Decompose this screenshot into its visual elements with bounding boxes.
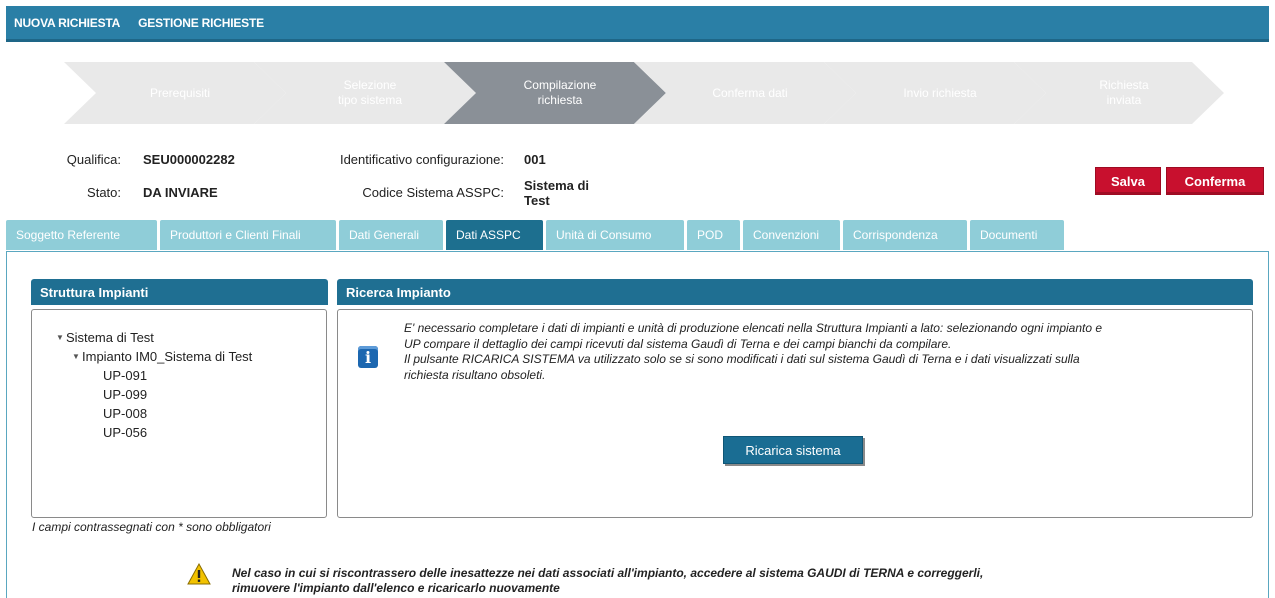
tab-documenti[interactable]: Documenti — [970, 220, 1064, 250]
tab-convenzioni[interactable]: Convenzioni — [743, 220, 840, 250]
id-config-label: Identificativo configurazione: — [339, 152, 504, 167]
step-label: Prerequisiti — [149, 85, 211, 100]
tree-node-label: Impianto IM0_Sistema di Test — [82, 349, 253, 364]
tree-node-up[interactable]: UP-099 — [56, 385, 252, 404]
tab-pod[interactable]: POD — [687, 220, 740, 250]
info-text-line: E' necessario completare i dati di impia… — [404, 321, 1103, 335]
ricerca-impianto-header: Ricerca Impianto — [337, 279, 1253, 305]
expand-caret-icon[interactable]: ▼ — [72, 347, 82, 366]
progress-steps: Prerequisiti Selezione tipo sistema Comp… — [64, 62, 1224, 124]
request-info: Qualifica: SEU000002282 Stato: DA INVIAR… — [0, 148, 1275, 212]
struttura-impianti-header: Struttura Impianti — [31, 279, 328, 305]
step-conferma-dati: Conferma dati — [634, 62, 856, 124]
codice-label: Codice Sistema ASSPC: — [362, 185, 504, 200]
info-text-line: richiesta risultano obsoleti. — [404, 367, 546, 382]
tab-produttori-clienti-finali[interactable]: Produttori e Clienti Finali — [160, 220, 336, 250]
step-richiesta-inviata: Richiesta inviata — [1014, 62, 1224, 124]
info-text-line: UP compare il dettaglio dei campi ricevu… — [404, 336, 952, 351]
step-label: Richiesta inviata — [1099, 78, 1149, 107]
qualifica-label: Qualifica: — [66, 152, 121, 167]
info-icon: i — [358, 346, 378, 368]
expand-caret-icon[interactable]: ▼ — [56, 328, 66, 347]
tree-node-sistema[interactable]: ▼ Sistema di Test — [56, 328, 252, 347]
tree-node-up[interactable]: UP-008 — [56, 404, 252, 423]
id-config-value: 001 — [524, 152, 546, 167]
ricarica-sistema-button[interactable]: Ricarica sistema — [723, 436, 863, 464]
step-label: Compilazione richiesta — [523, 78, 597, 107]
nav-nuova-richiesta[interactable]: NUOVA RICHIESTA — [14, 16, 120, 30]
conferma-button[interactable]: Conferma — [1166, 167, 1264, 195]
stato-value: DA INVIARE — [143, 185, 218, 200]
tab-bar: Soggetto Referente Produttori e Clienti … — [6, 220, 1067, 250]
tab-corrispondenza[interactable]: Corrispondenza — [843, 220, 967, 250]
step-label: Invio richiesta — [903, 85, 977, 100]
plant-tree: ▼ Sistema di Test ▼ Impianto IM0_Sistema… — [56, 328, 252, 442]
tree-node-up[interactable]: UP-056 — [56, 423, 252, 442]
tab-unita-di-consumo[interactable]: Unità di Consumo — [546, 220, 684, 250]
stato-label: Stato: — [87, 185, 121, 200]
warning-message: Nel caso in cui si riscontrassero delle … — [232, 566, 1132, 596]
required-fields-note: I campi contrassegnati con * sono obblig… — [32, 520, 271, 534]
nav-gestione-richieste[interactable]: GESTIONE RICHIESTE — [138, 16, 264, 30]
warning-line: rimuovere l'impianto dall'elenco e ricar… — [232, 581, 560, 595]
salva-button[interactable]: Salva — [1095, 167, 1161, 195]
step-selezione-tipo-sistema: Selezione tipo sistema — [254, 62, 476, 124]
info-text-line: Il pulsante RICARICA SISTEMA va utilizza… — [404, 352, 1080, 366]
tree-node-label: Sistema di Test — [66, 330, 154, 345]
step-label: Conferma dati — [712, 85, 788, 100]
tree-node-impianto[interactable]: ▼ Impianto IM0_Sistema di Test — [56, 347, 252, 366]
warning-line: Nel caso in cui si riscontrassero delle … — [232, 566, 984, 580]
step-compilazione-richiesta: Compilazione richiesta — [444, 62, 666, 124]
step-label: Selezione tipo sistema — [337, 78, 403, 107]
codice-value: Sistema di Test — [524, 178, 590, 208]
tree-node-up[interactable]: UP-091 — [56, 366, 252, 385]
step-prerequisiti: Prerequisiti — [64, 62, 286, 124]
tab-dati-generali[interactable]: Dati Generali — [339, 220, 443, 250]
step-invio-richiesta: Invio richiesta — [824, 62, 1046, 124]
tab-dati-asspc[interactable]: Dati ASSPC — [446, 220, 543, 250]
ricerca-info-text: E' necessario completare i dati di impia… — [404, 321, 1244, 383]
tab-soggetto-referente[interactable]: Soggetto Referente — [6, 220, 157, 250]
qualifica-value: SEU000002282 — [143, 152, 235, 167]
top-navigation-bar: NUOVA RICHIESTA GESTIONE RICHIESTE — [6, 6, 1269, 42]
warning-icon — [187, 563, 211, 585]
